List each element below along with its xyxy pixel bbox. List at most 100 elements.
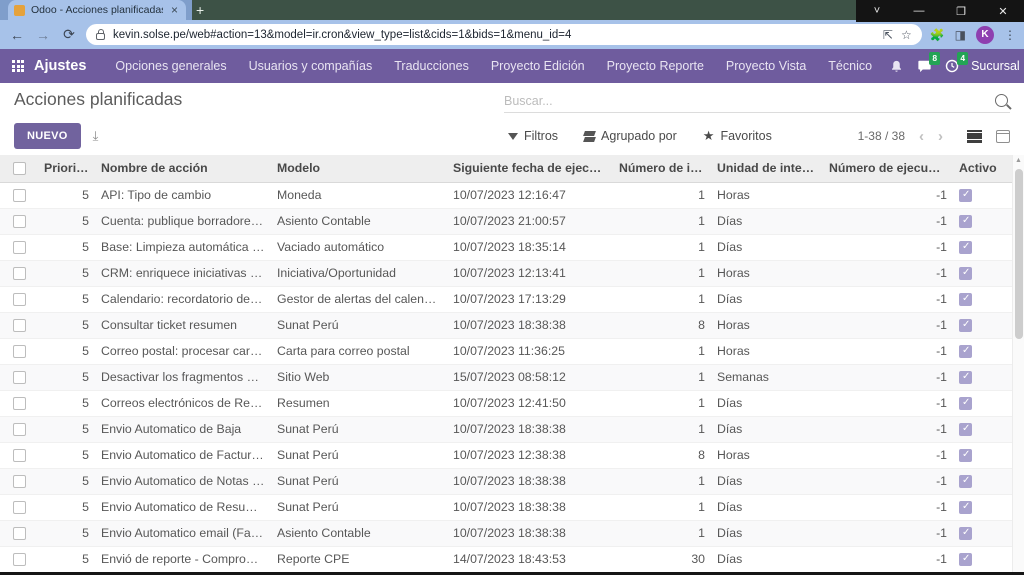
- table-row[interactable]: 5Desactivar los fragmentos de activos ..…: [0, 364, 1012, 390]
- list-view-icon[interactable]: [967, 130, 982, 143]
- column-header[interactable]: Unidad de interva...: [711, 155, 823, 182]
- pager-prev-icon[interactable]: ‹: [919, 128, 924, 145]
- active-checkbox[interactable]: [959, 345, 972, 358]
- table-row[interactable]: 5Envio Automatico de Notas de CréditoSun…: [0, 468, 1012, 494]
- export-download-icon[interactable]: ⤓: [93, 128, 99, 144]
- column-header[interactable]: Priorid...: [38, 155, 95, 182]
- side-panel-icon[interactable]: ◨: [955, 28, 966, 42]
- search-input[interactable]: Buscar...: [504, 89, 1010, 113]
- window-more-icon[interactable]: ˅: [867, 5, 887, 17]
- active-checkbox[interactable]: [959, 397, 972, 410]
- pager-next-icon[interactable]: ›: [938, 128, 943, 145]
- window-minimize-icon[interactable]: —: [909, 5, 929, 17]
- group-by-button[interactable]: Agrupado por: [584, 129, 677, 143]
- row-checkbox[interactable]: [13, 293, 26, 306]
- active-checkbox[interactable]: [959, 215, 972, 228]
- column-header[interactable]: Activo: [953, 155, 1012, 182]
- row-checkbox[interactable]: [13, 553, 26, 566]
- extensions-icon[interactable]: 🧩: [930, 28, 945, 42]
- row-checkbox[interactable]: [13, 215, 26, 228]
- active-checkbox[interactable]: [959, 423, 972, 436]
- app-name[interactable]: Ajustes: [34, 58, 86, 74]
- bookmark-star-icon[interactable]: ☆: [901, 28, 912, 42]
- search-icon[interactable]: [995, 94, 1008, 107]
- browser-tab[interactable]: Odoo - Acciones planificadas ×: [8, 0, 186, 20]
- filters-button[interactable]: Filtros: [508, 129, 558, 143]
- activities-clock-icon[interactable]: 4: [943, 57, 961, 75]
- navbar-menu-item[interactable]: Técnico: [817, 59, 883, 73]
- column-header[interactable]: Siguiente fecha de ejecución: [447, 155, 613, 182]
- browser-profile-avatar[interactable]: K: [976, 26, 994, 44]
- browser-menu-icon[interactable]: ⋮: [1004, 28, 1016, 42]
- table-row[interactable]: 5Calendario: recordatorio de eventoGesto…: [0, 286, 1012, 312]
- row-checkbox[interactable]: [13, 397, 26, 410]
- navbar-menu-item[interactable]: Proyecto Vista: [715, 59, 817, 73]
- row-checkbox[interactable]: [13, 527, 26, 540]
- row-checkbox[interactable]: [13, 345, 26, 358]
- table-row[interactable]: 5Envio Automatico de ResumenSunat Perú10…: [0, 494, 1012, 520]
- vertical-scrollbar[interactable]: ▲ ▼: [1012, 155, 1024, 575]
- active-checkbox[interactable]: [959, 449, 972, 462]
- cell-next-execution: 10/07/2023 21:00:57: [447, 208, 613, 234]
- table-row[interactable]: 5CRM: enriquece iniciativas (IAP)Iniciat…: [0, 260, 1012, 286]
- window-close-icon[interactable]: ✕: [993, 5, 1013, 18]
- column-header[interactable]: Número de intervalos: [613, 155, 711, 182]
- active-checkbox[interactable]: [959, 319, 972, 332]
- active-checkbox[interactable]: [959, 293, 972, 306]
- column-header[interactable]: Nombre de acción: [95, 155, 271, 182]
- table-row[interactable]: 5Base: Limpieza automática de datos i...…: [0, 234, 1012, 260]
- navbar-menu-item[interactable]: Opciones generales: [104, 59, 237, 73]
- share-icon[interactable]: ⇱: [883, 28, 893, 42]
- column-header[interactable]: Número de ejecucion...: [823, 155, 953, 182]
- row-checkbox[interactable]: [13, 371, 26, 384]
- url-text[interactable]: kevin.solse.pe/web#action=13&model=ir.cr…: [113, 29, 875, 41]
- window-restore-icon[interactable]: ❐: [951, 5, 971, 18]
- table-row[interactable]: 5Envio Automatico de Facturas y Notas...…: [0, 442, 1012, 468]
- navbar-menu-item[interactable]: Proyecto Edición: [480, 59, 596, 73]
- table-row[interactable]: 5Consultar ticket resumenSunat Perú10/07…: [0, 312, 1012, 338]
- scrollbar-thumb[interactable]: [1015, 169, 1023, 339]
- reload-icon[interactable]: ⟳: [60, 26, 78, 43]
- active-checkbox[interactable]: [959, 475, 972, 488]
- table-row[interactable]: 5Cuenta: publique borradores de entra...…: [0, 208, 1012, 234]
- active-checkbox[interactable]: [959, 371, 972, 384]
- active-checkbox[interactable]: [959, 267, 972, 280]
- tab-close-icon[interactable]: ×: [169, 3, 180, 17]
- row-checkbox[interactable]: [13, 449, 26, 462]
- back-icon[interactable]: ←: [8, 27, 26, 43]
- table-row[interactable]: 5Envio Automatico de BajaSunat Perú10/07…: [0, 416, 1012, 442]
- table-row[interactable]: 5Correo postal: procesar cartas en la c.…: [0, 338, 1012, 364]
- url-bar[interactable]: kevin.solse.pe/web#action=13&model=ir.cr…: [86, 24, 922, 45]
- new-button[interactable]: NUEVO: [14, 123, 81, 149]
- active-checkbox[interactable]: [959, 501, 972, 514]
- table-row[interactable]: 5Correos electrónicos de ResumenResumen1…: [0, 390, 1012, 416]
- row-checkbox[interactable]: [13, 241, 26, 254]
- row-checkbox[interactable]: [13, 189, 26, 202]
- apps-grid-icon[interactable]: [12, 60, 24, 72]
- table-row[interactable]: 5Envió de reporte - Comprobantes ele...R…: [0, 546, 1012, 572]
- company-switcher[interactable]: Sucursal Principal: [971, 59, 1024, 73]
- scroll-up-icon[interactable]: ▲: [1013, 155, 1024, 167]
- favorites-button[interactable]: ★ Favoritos: [703, 128, 772, 144]
- row-checkbox[interactable]: [13, 319, 26, 332]
- row-checkbox[interactable]: [13, 423, 26, 436]
- active-checkbox[interactable]: [959, 553, 972, 566]
- new-tab-button[interactable]: +: [186, 0, 214, 20]
- active-checkbox[interactable]: [959, 527, 972, 540]
- bell-icon[interactable]: [887, 57, 905, 75]
- column-header[interactable]: Modelo: [271, 155, 447, 182]
- active-checkbox[interactable]: [959, 241, 972, 254]
- navbar-menu-item[interactable]: Usuarios y compañías: [238, 59, 384, 73]
- navbar-menu-item[interactable]: Traducciones: [383, 59, 480, 73]
- forward-icon[interactable]: →: [34, 27, 52, 43]
- active-checkbox[interactable]: [959, 189, 972, 202]
- calendar-view-icon[interactable]: [996, 130, 1010, 143]
- select-all-checkbox[interactable]: [13, 162, 26, 175]
- row-checkbox[interactable]: [13, 475, 26, 488]
- row-checkbox[interactable]: [13, 501, 26, 514]
- navbar-menu-item[interactable]: Proyecto Reporte: [596, 59, 715, 73]
- messages-icon[interactable]: 8: [915, 57, 933, 75]
- row-checkbox[interactable]: [13, 267, 26, 280]
- table-row[interactable]: 5API: Tipo de cambioMoneda10/07/2023 12:…: [0, 182, 1012, 208]
- table-row[interactable]: 5Envio Automatico email (Facturas/Bol...…: [0, 520, 1012, 546]
